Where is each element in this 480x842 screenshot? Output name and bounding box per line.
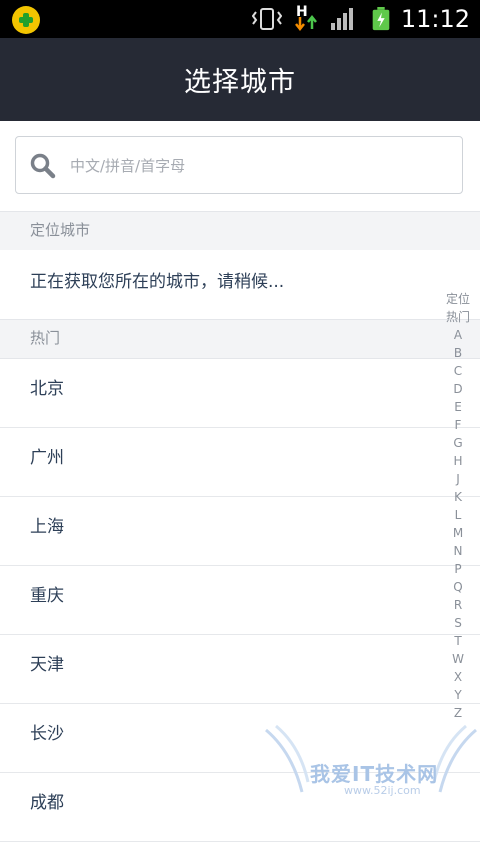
app-logo-icon: [12, 6, 40, 34]
index-item-hot[interactable]: 热门: [440, 308, 476, 326]
index-item-locate[interactable]: 定位: [440, 290, 476, 308]
section-header-hot: 热门: [0, 319, 480, 359]
index-item-d[interactable]: D: [440, 380, 476, 398]
alphabet-index-bar[interactable]: 定位 热门 A B C D E F G H J K L M N P Q R S …: [440, 290, 476, 722]
search-box[interactable]: [15, 136, 463, 195]
search-input[interactable]: [68, 137, 452, 195]
index-item-q[interactable]: Q: [440, 578, 476, 596]
index-item-a[interactable]: A: [440, 326, 476, 344]
index-item-w[interactable]: W: [440, 650, 476, 668]
locate-city-row[interactable]: 正在获取您所在的城市，请稍候...: [0, 250, 480, 319]
index-item-t[interactable]: T: [440, 632, 476, 650]
index-item-k[interactable]: K: [440, 488, 476, 506]
city-name: 长沙: [30, 724, 64, 744]
search-icon: [30, 153, 56, 179]
index-item-f[interactable]: F: [440, 416, 476, 434]
city-row-shanghai[interactable]: 上海: [0, 497, 480, 566]
section-header-locate: 定位城市: [0, 211, 480, 251]
signal-strength-icon: [331, 8, 353, 30]
network-type-icon: H: [294, 4, 318, 31]
index-item-g[interactable]: G: [440, 434, 476, 452]
city-name: 广州: [30, 448, 64, 468]
index-item-s[interactable]: S: [440, 614, 476, 632]
city-row-chongqing[interactable]: 重庆: [0, 566, 480, 635]
index-item-m[interactable]: M: [440, 524, 476, 542]
city-row-chengdu[interactable]: 成都: [0, 773, 480, 842]
city-name: 天津: [30, 655, 64, 675]
index-item-h[interactable]: H: [440, 452, 476, 470]
index-item-x[interactable]: X: [440, 668, 476, 686]
city-row-beijing[interactable]: 北京: [0, 359, 480, 428]
city-row-changsha[interactable]: 长沙: [0, 704, 480, 773]
city-name: 重庆: [30, 586, 64, 606]
battery-charging-icon: [372, 7, 390, 31]
index-item-b[interactable]: B: [440, 344, 476, 362]
status-clock: 11:12: [400, 5, 470, 33]
city-name: 成都: [30, 793, 64, 813]
index-item-y[interactable]: Y: [440, 686, 476, 704]
title-bar: 选择城市: [0, 38, 480, 121]
locate-status-text: 正在获取您所在的城市，请稍候...: [30, 272, 285, 292]
index-item-j[interactable]: J: [440, 470, 476, 488]
vibrate-icon: [252, 8, 282, 30]
index-item-r[interactable]: R: [440, 596, 476, 614]
index-item-l[interactable]: L: [440, 506, 476, 524]
city-name: 北京: [30, 379, 64, 399]
status-bar: H 11:12: [0, 0, 480, 38]
city-row-tianjin[interactable]: 天津: [0, 635, 480, 704]
section-title-hot: 热门: [30, 329, 61, 347]
city-name: 上海: [30, 517, 64, 537]
index-item-e[interactable]: E: [440, 398, 476, 416]
index-item-c[interactable]: C: [440, 362, 476, 380]
index-item-z[interactable]: Z: [440, 704, 476, 722]
section-title-locate: 定位城市: [30, 221, 91, 239]
index-item-n[interactable]: N: [440, 542, 476, 560]
city-row-guangzhou[interactable]: 广州: [0, 428, 480, 497]
page-title: 选择城市: [184, 67, 296, 98]
index-item-p[interactable]: P: [440, 560, 476, 578]
